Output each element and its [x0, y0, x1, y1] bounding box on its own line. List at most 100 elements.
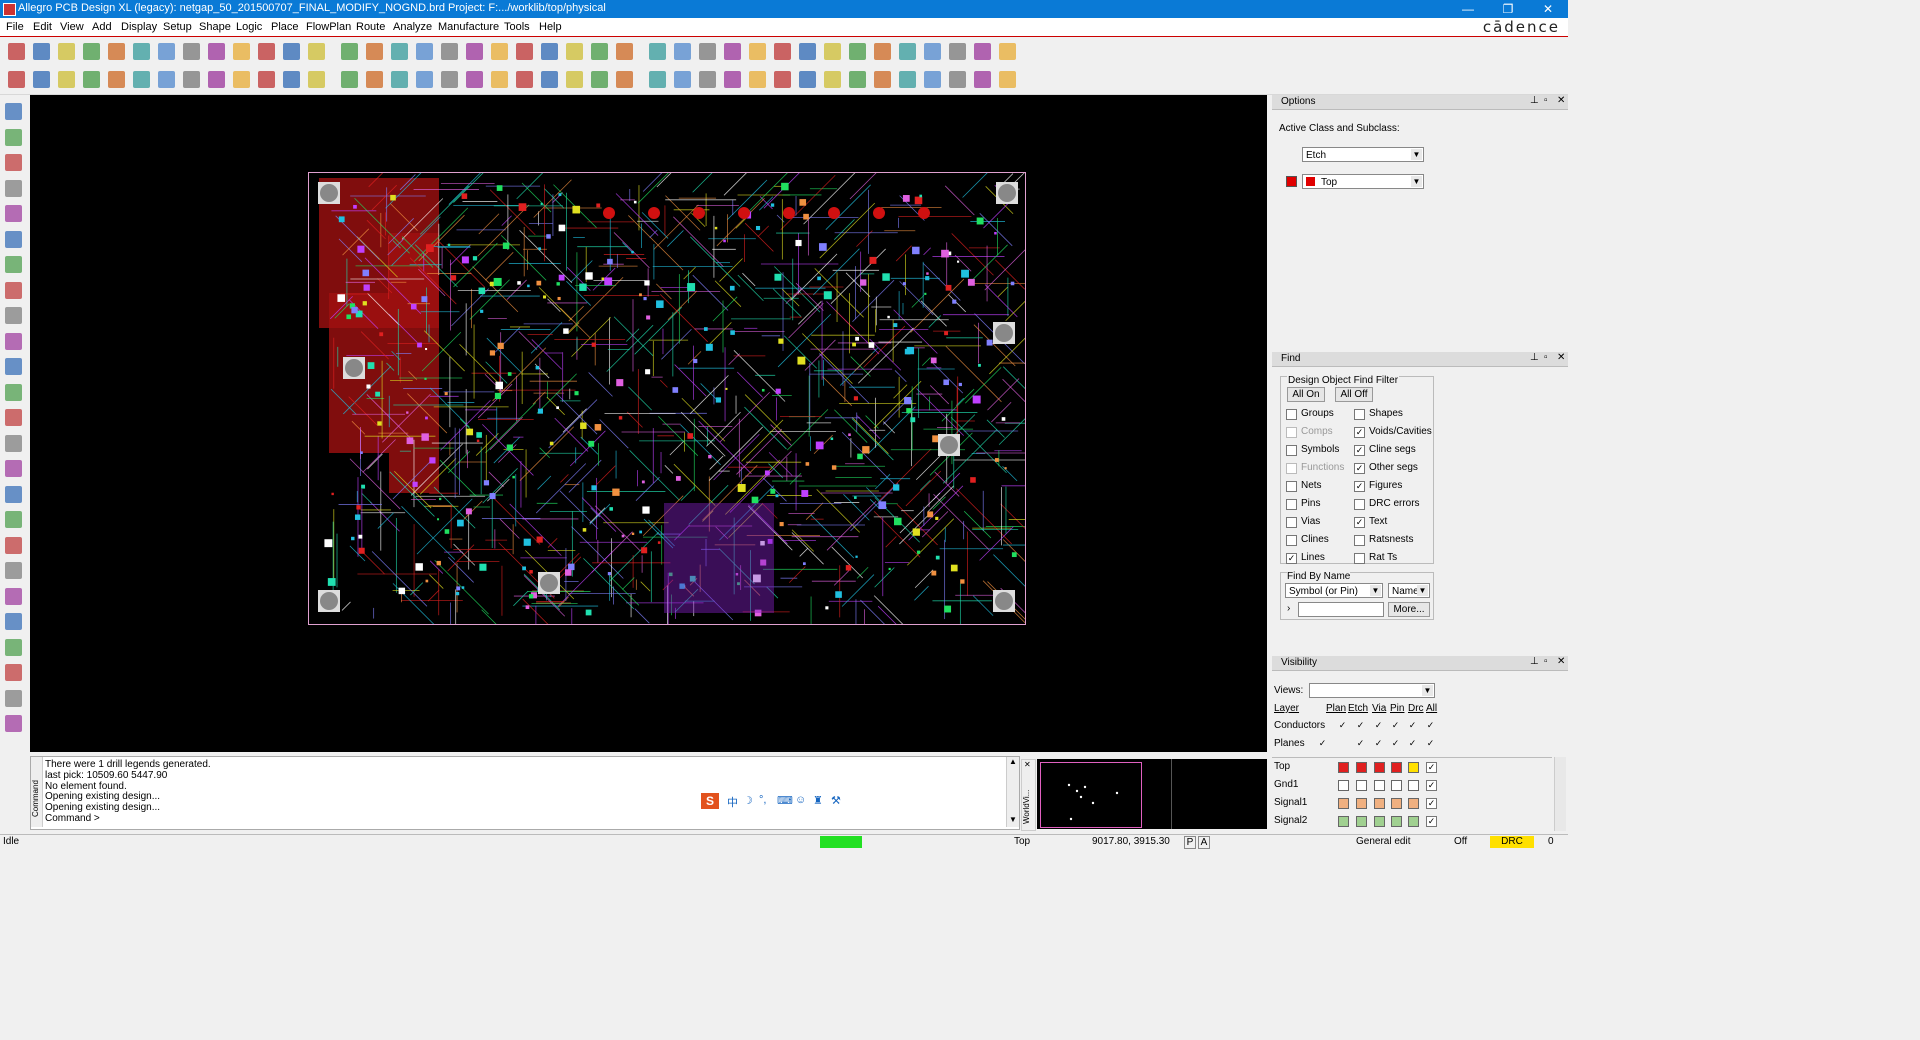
pin-icon[interactable]: ⊥	[1530, 95, 1539, 106]
menu-tools[interactable]: Tools	[504, 21, 530, 33]
close-icon[interactable]: ✕	[1557, 656, 1565, 667]
vis-signal2-color-3[interactable]	[1391, 816, 1402, 827]
move-3-icon[interactable]	[83, 71, 100, 88]
left-tool-15-icon[interactable]	[5, 485, 22, 503]
delete-25-icon[interactable]	[649, 43, 666, 60]
left-tool-20-icon[interactable]	[5, 613, 22, 630]
left-tool-1-icon[interactable]	[5, 128, 22, 146]
menu-view[interactable]: View	[60, 21, 84, 33]
vis-signal2-color-1[interactable]	[1356, 816, 1367, 827]
user-icon[interactable]: ☺	[795, 794, 806, 806]
vis-conductors-2-checkbox[interactable]: ✓	[1374, 721, 1383, 730]
left-tool-16-icon[interactable]	[5, 511, 22, 528]
subclass-color-swatch[interactable]	[1286, 176, 1297, 187]
pin-icon[interactable]: ⊥	[1530, 352, 1539, 363]
vis-gnd1-color-3[interactable]	[1391, 780, 1402, 791]
float-icon[interactable]: ▫	[1544, 95, 1548, 106]
find-drc-errors-checkbox[interactable]	[1354, 499, 1365, 510]
pcb-board[interactable]	[308, 172, 1026, 625]
find-symbols-checkbox[interactable]	[1286, 445, 1297, 456]
find-type-select[interactable]: Symbol (or Pin) ▼	[1285, 583, 1383, 598]
subclass-select[interactable]: Top ▼	[1302, 174, 1424, 189]
find-pins-checkbox[interactable]	[1286, 499, 1297, 510]
copy-4-icon[interactable]	[108, 43, 125, 60]
menu-manufacture[interactable]: Manufacture	[438, 21, 499, 33]
move-3-icon[interactable]	[83, 43, 100, 60]
redo-17-icon[interactable]	[441, 43, 458, 60]
vis-signal2-color-4[interactable]	[1408, 816, 1419, 827]
vis-planes-3-checkbox[interactable]: ✓	[1391, 739, 1400, 748]
open-folder-31-icon[interactable]	[799, 71, 816, 88]
vis-planes-2-checkbox[interactable]: ✓	[1374, 739, 1383, 748]
new-file-30-icon[interactable]	[774, 43, 791, 60]
delete-15-icon[interactable]	[391, 71, 408, 88]
left-tool-2-icon[interactable]	[5, 154, 22, 171]
undo-6-icon[interactable]	[158, 71, 175, 88]
new-file-20-icon[interactable]	[516, 43, 533, 60]
new-file-10-icon[interactable]	[258, 71, 275, 88]
tool-38-icon[interactable]	[974, 43, 991, 60]
find-nets-checkbox[interactable]	[1286, 481, 1297, 492]
undo-36-icon[interactable]	[924, 43, 941, 60]
wrench-icon[interactable]: ⚒	[831, 794, 841, 807]
vis-conductors-0-checkbox[interactable]: ✓	[1338, 721, 1347, 730]
move-33-icon[interactable]	[849, 43, 866, 60]
left-tool-11-icon[interactable]	[5, 383, 22, 401]
new-file-0-icon[interactable]	[8, 71, 25, 88]
vis-top-color-2[interactable]	[1374, 762, 1385, 773]
copy-24-icon[interactable]	[616, 71, 633, 88]
left-tool-23-icon[interactable]	[5, 689, 22, 707]
find-rat-ts-checkbox[interactable]	[1354, 553, 1365, 564]
undo-16-icon[interactable]	[416, 43, 433, 60]
redo-37-icon[interactable]	[949, 43, 966, 60]
worldview-tab[interactable]: ✕ WorldVi...	[1021, 759, 1036, 831]
undo-26-icon[interactable]	[674, 43, 691, 60]
vis-signal1-color-0[interactable]	[1338, 798, 1349, 809]
left-tool-13-icon[interactable]	[5, 434, 22, 452]
copy-4-icon[interactable]	[108, 71, 125, 88]
find-ratsnests-checkbox[interactable]	[1354, 535, 1365, 546]
menu-analyze[interactable]: Analyze	[393, 21, 432, 33]
left-tool-0-icon[interactable]	[5, 103, 22, 120]
zoom-in-39-icon[interactable]	[999, 43, 1016, 60]
menu-help[interactable]: Help	[539, 21, 562, 33]
tool-28-icon[interactable]	[724, 43, 741, 60]
find-text-checkbox[interactable]: ✓	[1354, 517, 1365, 528]
left-tool-10-icon[interactable]	[5, 358, 22, 375]
vis-signal2-all-checkbox[interactable]: ✓	[1426, 816, 1437, 827]
float-icon[interactable]: ▫	[1544, 352, 1548, 363]
maximize-button[interactable]: ❐	[1488, 0, 1528, 18]
tool-8-icon[interactable]	[208, 71, 225, 88]
undo-6-icon[interactable]	[158, 43, 175, 60]
status-a-button[interactable]: A	[1198, 836, 1210, 849]
all-off-button[interactable]: All Off	[1335, 387, 1373, 402]
left-tool-14-icon[interactable]	[5, 460, 22, 477]
scroll-up-icon[interactable]: ▲	[1009, 757, 1017, 766]
zoom-in-29-icon[interactable]	[749, 71, 766, 88]
undo-36-icon[interactable]	[924, 71, 941, 88]
left-tool-3-icon[interactable]	[5, 179, 22, 197]
vis-signal1-color-2[interactable]	[1374, 798, 1385, 809]
open-folder-1-icon[interactable]	[33, 43, 50, 60]
undo-26-icon[interactable]	[674, 71, 691, 88]
vis-signal1-color-4[interactable]	[1408, 798, 1419, 809]
vis-signal1-color-1[interactable]	[1356, 798, 1367, 809]
move-33-icon[interactable]	[849, 71, 866, 88]
left-tool-24-icon[interactable]	[5, 715, 22, 732]
left-tool-19-icon[interactable]	[5, 587, 22, 605]
keyboard-icon[interactable]: ⌨	[777, 794, 793, 807]
views-select[interactable]: ▼	[1309, 683, 1435, 698]
vis-scrollbar[interactable]	[1554, 757, 1566, 831]
find-voids-cavities-checkbox[interactable]: ✓	[1354, 427, 1365, 438]
command-window[interactable]: Command There were 1 drill legends gener…	[30, 756, 1020, 830]
vis-conductors-4-checkbox[interactable]: ✓	[1408, 721, 1417, 730]
new-file-0-icon[interactable]	[8, 43, 25, 60]
find-mode-select[interactable]: Name ▼	[1388, 583, 1430, 598]
copy-14-icon[interactable]	[366, 71, 383, 88]
menu-logic[interactable]: Logic	[236, 21, 262, 33]
delete-35-icon[interactable]	[899, 71, 916, 88]
tool-18-icon[interactable]	[466, 71, 483, 88]
redo-17-icon[interactable]	[441, 71, 458, 88]
move-23-icon[interactable]	[591, 43, 608, 60]
find-vias-checkbox[interactable]	[1286, 517, 1297, 528]
